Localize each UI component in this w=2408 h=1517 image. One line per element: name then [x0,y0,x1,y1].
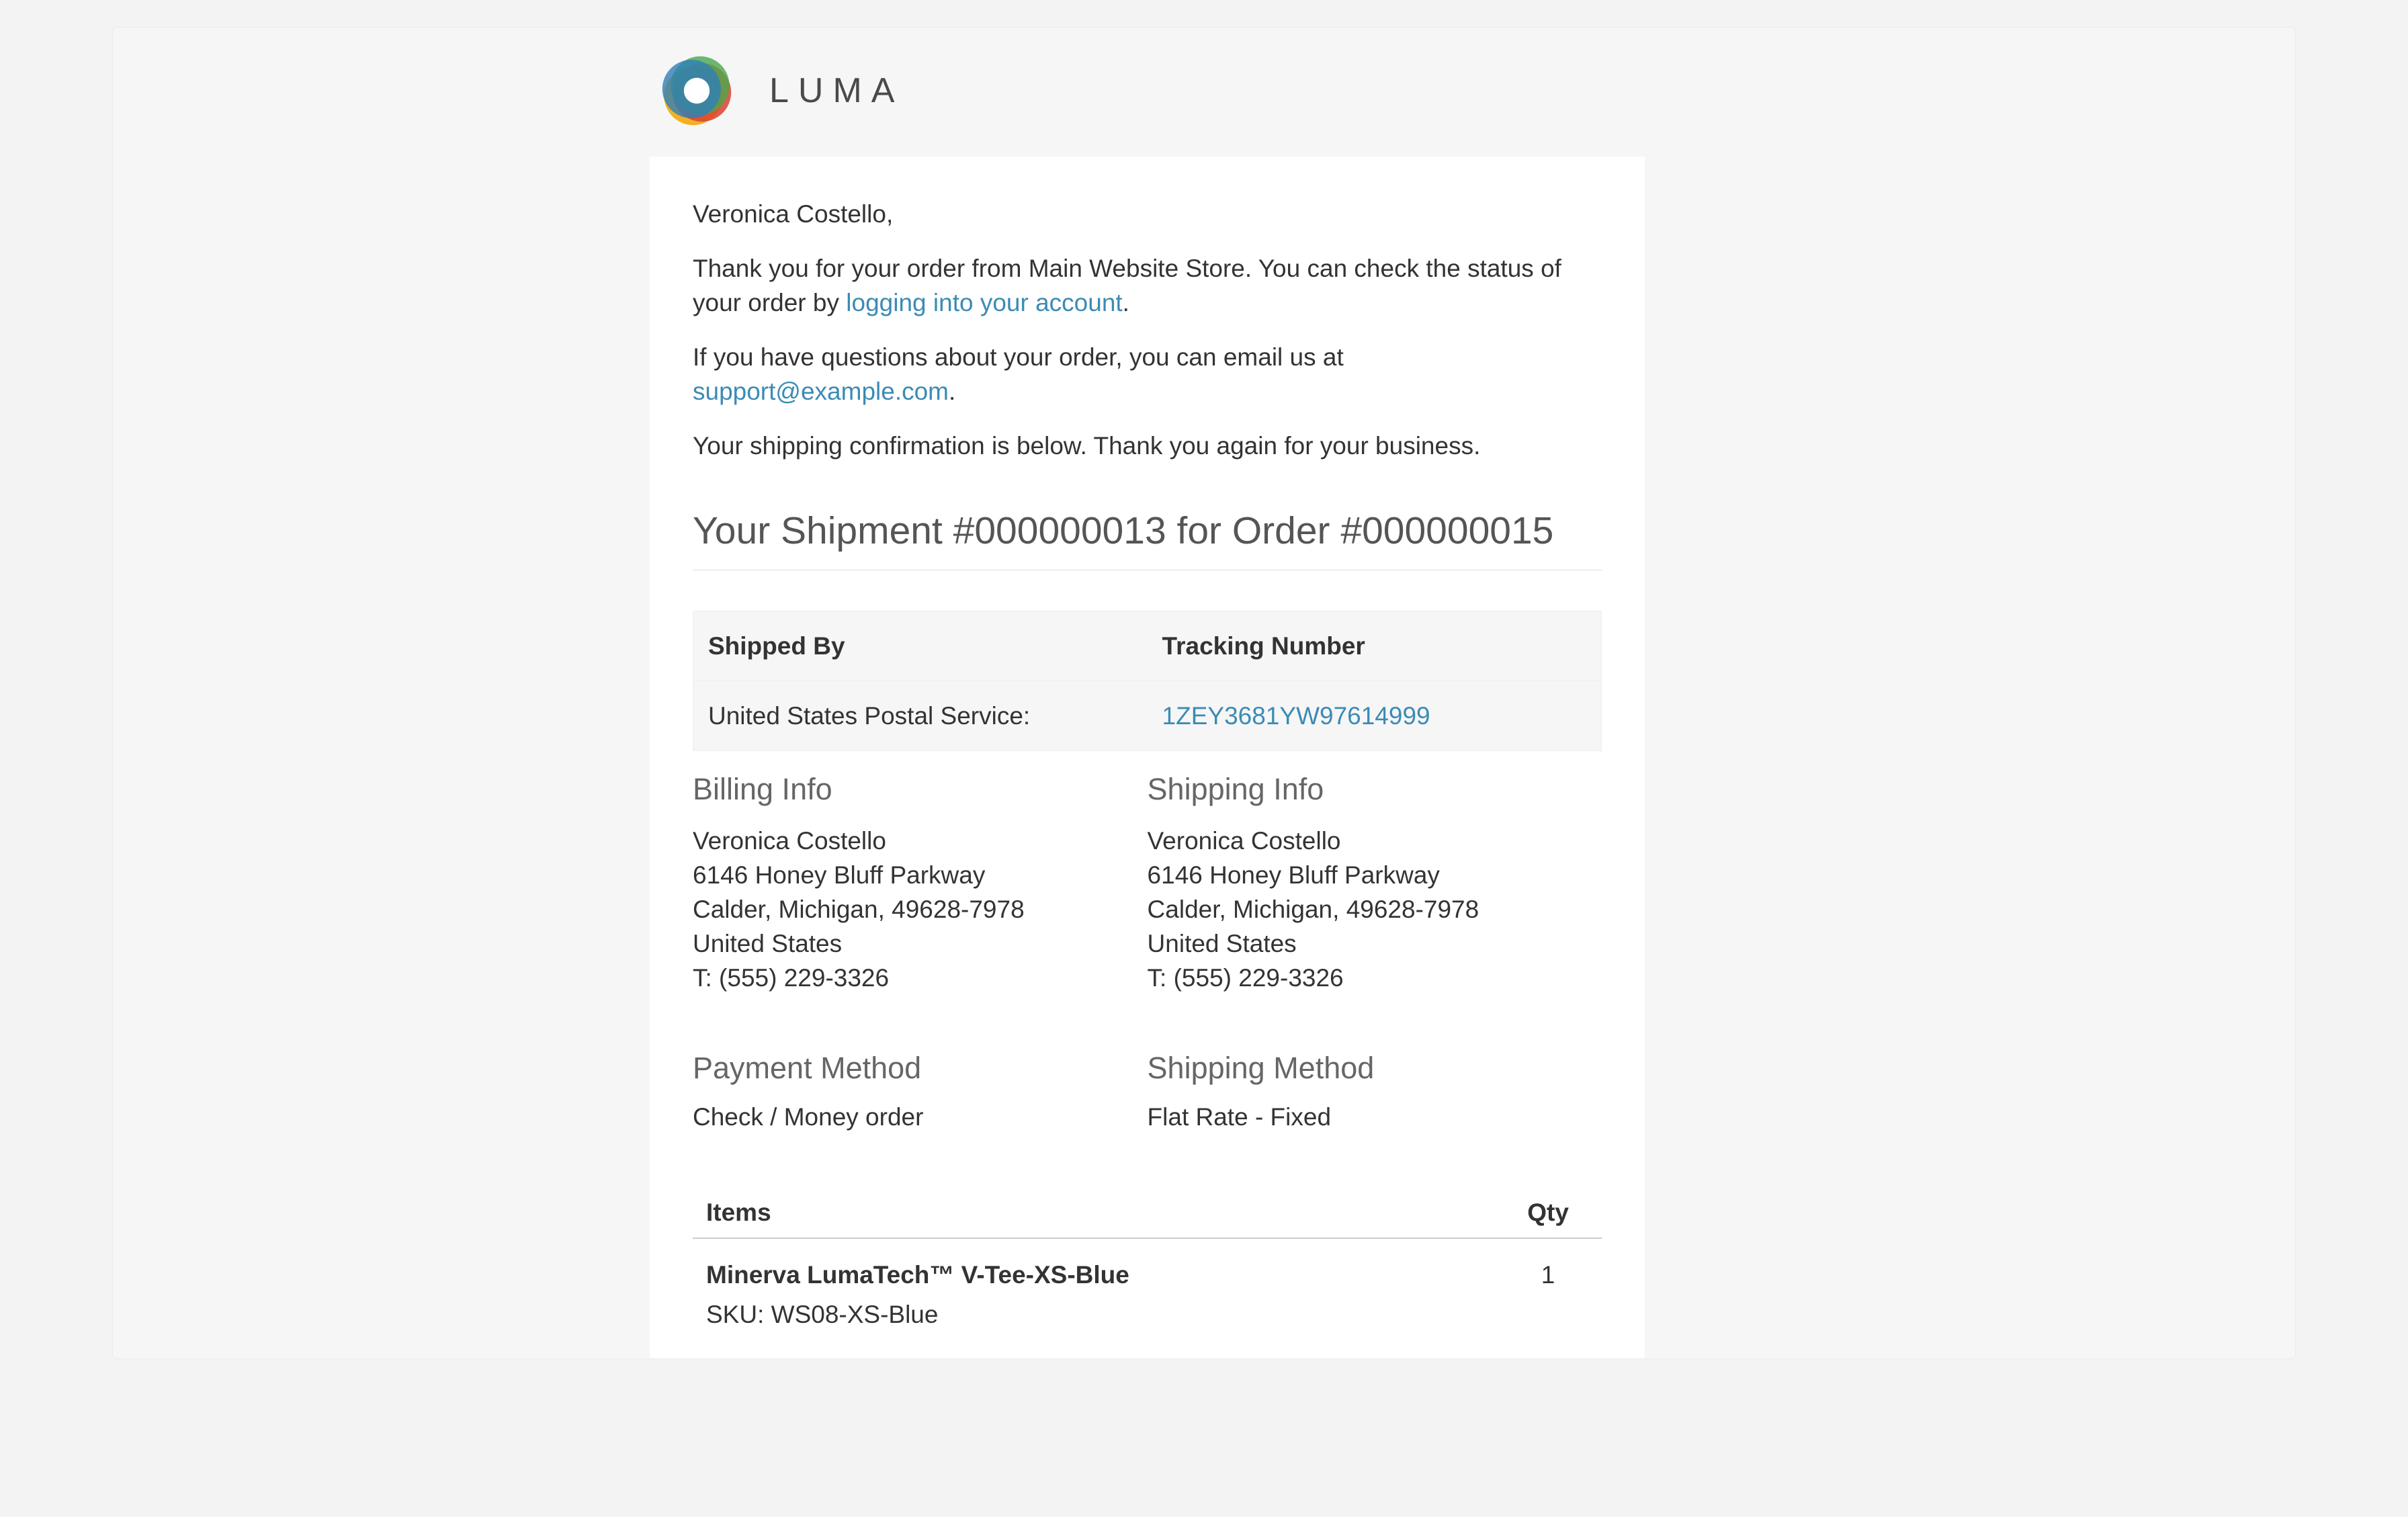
billing-city: Calder, Michigan, 49628-7978 [693,892,1148,926]
shipping-phone: T: (555) 229-3326 [1148,961,1602,995]
item-sku-line: SKU: WS08-XS-Blue [693,1295,1602,1332]
items-head-qty: Qty [1508,1195,1588,1229]
ship-method-value: Flat Rate - Fixed [1148,1100,1602,1134]
brand-name: LUMA [769,71,904,111]
billing-info: Billing Info Veronica Costello 6146 Hone… [693,769,1148,995]
questions-paragraph: If you have questions about your order, … [693,340,1602,408]
tracking-carrier: United States Postal Service: [693,681,1148,750]
shipping-country: United States [1148,926,1602,961]
shipping-street: 6146 Honey Bluff Parkway [1148,858,1602,892]
luma-logo-icon [654,48,740,134]
tracking-table: Shipped By Tracking Number United States… [693,611,1602,751]
tracking-head-number: Tracking Number [1148,611,1602,681]
intro-paragraph: Thank you for your order from Main Websi… [693,251,1602,320]
tracking-head-carrier: Shipped By [693,611,1148,681]
item-qty: 1 [1508,1258,1588,1292]
email-body: Veronica Costello, Thank you for your or… [650,157,1645,1358]
shipping-method: Shipping Method Flat Rate - Fixed [1148,1047,1602,1134]
items-table: Items Qty Minerva LumaTech™ V-Tee-XS-Blu… [693,1187,1602,1332]
support-email-link[interactable]: support@example.com [693,378,949,405]
payment-method: Payment Method Check / Money order [693,1047,1148,1134]
items-head-items: Items [706,1195,1508,1229]
greeting: Veronica Costello, [693,197,1602,231]
email-wrapper: LUMA Veronica Costello, Thank you for yo… [650,48,1645,1358]
tracking-number-link[interactable]: 1ZEY3681YW97614999 [1162,702,1430,730]
item-sku-value: WS08-XS-Blue [771,1301,939,1328]
shipping-heading: Shipping Info [1148,769,1602,810]
confirmation-line: Your shipping confirmation is below. Tha… [693,429,1602,463]
billing-name: Veronica Costello [693,824,1148,858]
shipping-city: Calder, Michigan, 49628-7978 [1148,892,1602,926]
address-grid: Billing Info Veronica Costello 6146 Hone… [693,769,1602,995]
item-name: Minerva LumaTech™ V-Tee-XS-Blue [706,1258,1508,1292]
billing-heading: Billing Info [693,769,1148,810]
brand-header: LUMA [650,48,1645,157]
email-preview-card: LUMA Veronica Costello, Thank you for yo… [112,27,2296,1359]
shipping-name: Veronica Costello [1148,824,1602,858]
item-sku-label: SKU: [706,1301,771,1328]
payment-value: Check / Money order [693,1100,1148,1134]
method-grid: Payment Method Check / Money order Shipp… [693,1047,1602,1134]
billing-street: 6146 Honey Bluff Parkway [693,858,1148,892]
billing-phone: T: (555) 229-3326 [693,961,1148,995]
questions-pre: If you have questions about your order, … [693,343,1344,371]
billing-country: United States [693,926,1148,961]
questions-post: . [949,378,955,405]
payment-heading: Payment Method [693,1047,1148,1089]
intro-post: . [1123,289,1129,316]
shipping-info: Shipping Info Veronica Costello 6146 Hon… [1148,769,1602,995]
table-row: Minerva LumaTech™ V-Tee-XS-Blue 1 [693,1239,1602,1295]
login-account-link[interactable]: logging into your account [846,289,1122,316]
ship-method-heading: Shipping Method [1148,1047,1602,1089]
shipment-title: Your Shipment #000000013 for Order #0000… [693,505,1602,570]
